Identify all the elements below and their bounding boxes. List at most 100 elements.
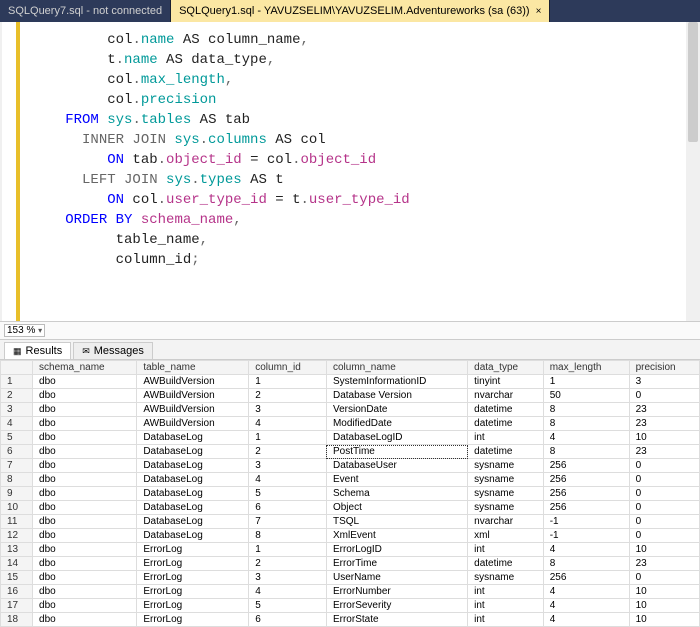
cell[interactable]: DatabaseLog [137, 529, 249, 543]
cell[interactable]: ErrorSeverity [326, 599, 467, 613]
cell[interactable]: sysname [468, 473, 544, 487]
cell[interactable]: 1 [249, 543, 327, 557]
row-number[interactable]: 9 [1, 487, 33, 501]
cell[interactable]: dbo [33, 403, 137, 417]
cell[interactable]: AWBuildVersion [137, 375, 249, 389]
cell[interactable]: sysname [468, 487, 544, 501]
row-number[interactable]: 17 [1, 599, 33, 613]
cell[interactable]: sysname [468, 459, 544, 473]
cell[interactable]: 10 [629, 585, 699, 599]
close-icon[interactable]: × [536, 6, 542, 17]
cell[interactable]: PostTime [326, 445, 467, 459]
table-row[interactable]: 8dboDatabaseLog4Eventsysname2560 [1, 473, 700, 487]
cell[interactable]: datetime [468, 403, 544, 417]
file-tab-inactive[interactable]: SQLQuery7.sql - not connected [0, 0, 171, 22]
row-number[interactable]: 16 [1, 585, 33, 599]
cell[interactable]: int [468, 543, 544, 557]
cell[interactable]: int [468, 613, 544, 627]
row-number[interactable]: 8 [1, 473, 33, 487]
cell[interactable]: 0 [629, 389, 699, 403]
cell[interactable]: 5 [249, 487, 327, 501]
cell[interactable]: 4 [249, 473, 327, 487]
cell[interactable]: dbo [33, 529, 137, 543]
table-row[interactable]: 11dboDatabaseLog7TSQLnvarchar-10 [1, 515, 700, 529]
row-number[interactable]: 10 [1, 501, 33, 515]
cell[interactable]: ErrorState [326, 613, 467, 627]
file-tab-active[interactable]: SQLQuery1.sql - YAVUZSELIM\YAVUZSELIM.Ad… [171, 0, 550, 22]
table-row[interactable]: 15dboErrorLog3UserNamesysname2560 [1, 571, 700, 585]
table-row[interactable]: 14dboErrorLog2ErrorTimedatetime823 [1, 557, 700, 571]
cell[interactable]: 10 [629, 599, 699, 613]
cell[interactable]: datetime [468, 557, 544, 571]
cell[interactable]: -1 [543, 529, 629, 543]
cell[interactable]: ErrorLog [137, 585, 249, 599]
cell[interactable]: AWBuildVersion [137, 389, 249, 403]
table-row[interactable]: 5dboDatabaseLog1DatabaseLogIDint410 [1, 431, 700, 445]
cell[interactable]: 256 [543, 459, 629, 473]
column-header[interactable]: table_name [137, 361, 249, 375]
cell[interactable]: dbo [33, 487, 137, 501]
cell[interactable]: 8 [249, 529, 327, 543]
cell[interactable]: AWBuildVersion [137, 417, 249, 431]
cell[interactable]: dbo [33, 571, 137, 585]
cell[interactable]: DatabaseLog [137, 501, 249, 515]
row-number[interactable]: 12 [1, 529, 33, 543]
cell[interactable]: ErrorTime [326, 557, 467, 571]
results-grid[interactable]: schema_nametable_namecolumn_idcolumn_nam… [0, 360, 700, 627]
cell[interactable]: nvarchar [468, 515, 544, 529]
cell[interactable]: dbo [33, 515, 137, 529]
cell[interactable]: DatabaseLog [137, 473, 249, 487]
cell[interactable]: 1 [543, 375, 629, 389]
column-header[interactable]: data_type [468, 361, 544, 375]
cell[interactable]: dbo [33, 613, 137, 627]
cell[interactable]: sysname [468, 501, 544, 515]
cell[interactable]: DatabaseLog [137, 515, 249, 529]
cell[interactable]: dbo [33, 585, 137, 599]
zoom-select[interactable]: 153 % ▾ [4, 324, 45, 337]
column-header[interactable]: column_id [249, 361, 327, 375]
cell[interactable]: dbo [33, 501, 137, 515]
cell[interactable]: dbo [33, 599, 137, 613]
cell[interactable]: DatabaseLog [137, 487, 249, 501]
cell[interactable]: 256 [543, 571, 629, 585]
cell[interactable]: 23 [629, 557, 699, 571]
cell[interactable]: VersionDate [326, 403, 467, 417]
cell[interactable]: ModifiedDate [326, 417, 467, 431]
code-content[interactable]: col.name AS column_name, t.name AS data_… [20, 22, 410, 321]
cell[interactable]: 23 [629, 445, 699, 459]
row-number[interactable]: 18 [1, 613, 33, 627]
cell[interactable]: DatabaseLogID [326, 431, 467, 445]
cell[interactable]: nvarchar [468, 389, 544, 403]
cell[interactable]: 8 [543, 403, 629, 417]
cell[interactable]: 4 [249, 417, 327, 431]
cell[interactable]: SystemInformationID [326, 375, 467, 389]
row-number[interactable]: 4 [1, 417, 33, 431]
cell[interactable]: datetime [468, 445, 544, 459]
cell[interactable]: dbo [33, 431, 137, 445]
cell[interactable]: 10 [629, 543, 699, 557]
cell[interactable]: int [468, 599, 544, 613]
table-row[interactable]: 7dboDatabaseLog3DatabaseUsersysname2560 [1, 459, 700, 473]
cell[interactable]: 0 [629, 515, 699, 529]
cell[interactable]: dbo [33, 445, 137, 459]
cell[interactable]: 3 [249, 571, 327, 585]
cell[interactable]: 10 [629, 431, 699, 445]
cell[interactable]: TSQL [326, 515, 467, 529]
cell[interactable]: 50 [543, 389, 629, 403]
cell[interactable]: dbo [33, 417, 137, 431]
cell[interactable]: 0 [629, 529, 699, 543]
cell[interactable]: Database Version [326, 389, 467, 403]
cell[interactable]: AWBuildVersion [137, 403, 249, 417]
cell[interactable]: 3 [249, 459, 327, 473]
cell[interactable]: 10 [629, 613, 699, 627]
cell[interactable]: DatabaseUser [326, 459, 467, 473]
cell[interactable]: ErrorLog [137, 599, 249, 613]
table-row[interactable]: 18dboErrorLog6ErrorStateint410 [1, 613, 700, 627]
cell[interactable]: 0 [629, 571, 699, 585]
cell[interactable]: 1 [249, 375, 327, 389]
cell[interactable]: Event [326, 473, 467, 487]
cell[interactable]: 8 [543, 557, 629, 571]
cell[interactable]: 0 [629, 501, 699, 515]
cell[interactable]: ErrorLog [137, 543, 249, 557]
table-row[interactable]: 12dboDatabaseLog8XmlEventxml-10 [1, 529, 700, 543]
